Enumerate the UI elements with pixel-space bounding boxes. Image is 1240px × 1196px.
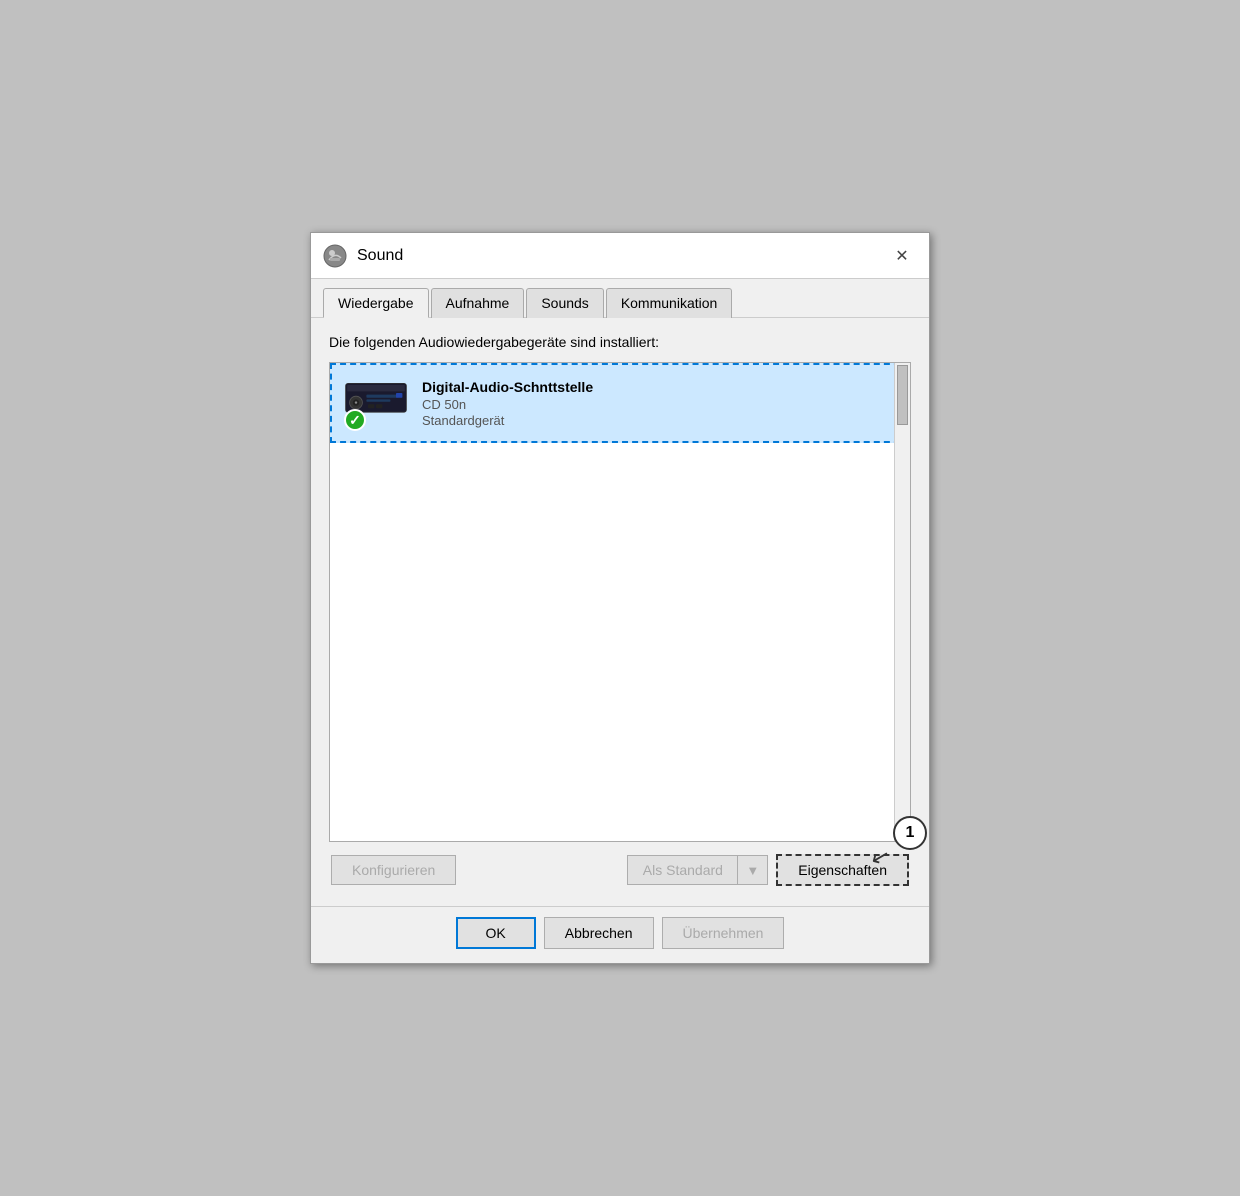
annotation-number: 1 bbox=[906, 824, 915, 842]
tab-bar: Wiedergabe Aufnahme Sounds Kommunikation bbox=[311, 279, 929, 318]
close-button[interactable]: ✕ bbox=[887, 241, 917, 271]
device-info: Digital-Audio-Schnttstelle CD 50n Standa… bbox=[422, 379, 896, 428]
tab-aufnahme[interactable]: Aufnahme bbox=[431, 288, 525, 318]
tab-sounds[interactable]: Sounds bbox=[526, 288, 603, 318]
sound-icon bbox=[323, 244, 347, 268]
action-buttons-row: Konfigurieren Als Standard ▼ Eigenschaft… bbox=[329, 854, 911, 886]
als-standard-group: Als Standard ▼ bbox=[627, 855, 768, 885]
ok-button[interactable]: OK bbox=[456, 917, 536, 949]
konfigurieren-button[interactable]: Konfigurieren bbox=[331, 855, 456, 885]
title-bar: Sound ✕ bbox=[311, 233, 929, 279]
dialog-footer: OK Abbrechen Übernehmen bbox=[311, 906, 929, 963]
device-icon-wrapper: ✓ bbox=[344, 375, 408, 431]
device-name: Digital-Audio-Schnttstelle bbox=[422, 379, 896, 395]
description-text: Die folgenden Audiowiedergabegeräte sind… bbox=[329, 334, 911, 350]
dialog-title: Sound bbox=[357, 247, 887, 265]
tab-kommunikation[interactable]: Kommunikation bbox=[606, 288, 733, 318]
als-standard-button[interactable]: Als Standard bbox=[627, 855, 737, 885]
device-list: ✓ Digital-Audio-Schnttstelle CD 50n Stan… bbox=[329, 362, 911, 842]
device-model: CD 50n bbox=[422, 397, 896, 412]
scrollbar-thumb bbox=[897, 365, 908, 425]
annotation-circle-1: 1 bbox=[893, 816, 927, 850]
eigenschaften-wrapper: Eigenschaften 1 ↙ bbox=[776, 854, 909, 886]
sound-dialog: Sound ✕ Wiedergabe Aufnahme Sounds Kommu… bbox=[310, 232, 930, 964]
device-item[interactable]: ✓ Digital-Audio-Schnttstelle CD 50n Stan… bbox=[330, 363, 910, 443]
tab-wiedergabe[interactable]: Wiedergabe bbox=[323, 288, 429, 318]
dialog-body: Die folgenden Audiowiedergabegeräte sind… bbox=[311, 318, 929, 906]
cancel-button[interactable]: Abbrechen bbox=[544, 917, 654, 949]
als-standard-dropdown[interactable]: ▼ bbox=[737, 855, 768, 885]
scrollbar[interactable] bbox=[894, 363, 910, 841]
device-status-text: Standardgerät bbox=[422, 413, 896, 428]
apply-button[interactable]: Übernehmen bbox=[662, 917, 785, 949]
status-badge: ✓ bbox=[344, 409, 366, 431]
status-checkmark: ✓ bbox=[349, 412, 361, 429]
